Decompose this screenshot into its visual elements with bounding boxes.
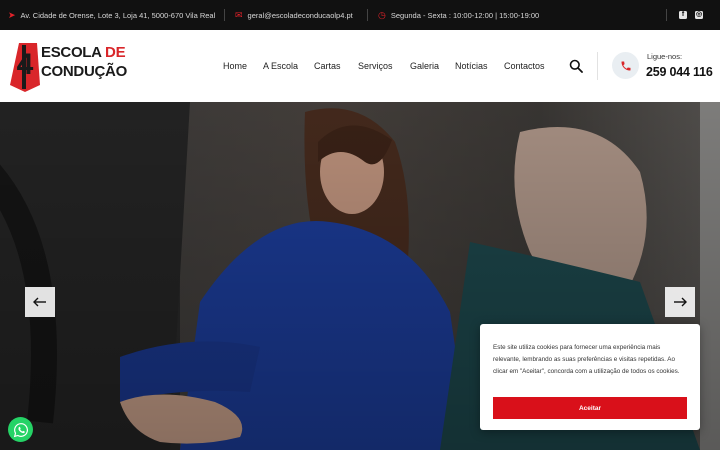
divider	[224, 9, 225, 21]
arrow-left-icon	[33, 297, 46, 307]
whatsapp-icon	[13, 422, 28, 437]
nav-item-servicos[interactable]: Serviços	[358, 61, 393, 71]
nav-item-noticias[interactable]: Notícias	[455, 61, 488, 71]
main-header: 4 ESCOLA DE CONDUÇÃO Home A Escola Carta…	[0, 30, 720, 102]
divider	[666, 9, 667, 21]
search-icon[interactable]	[569, 59, 583, 73]
accept-cookies-button[interactable]: Aceitar	[493, 397, 687, 419]
top-bar: ➤ Av. Cidade de Orense, Lote 3, Loja 41,…	[0, 0, 720, 30]
phone-number[interactable]: 259 044 116	[646, 65, 713, 79]
clock-icon: ◷	[378, 9, 386, 20]
address-text: Av. Cidade de Orense, Lote 3, Loja 41, 5…	[20, 10, 216, 20]
logo-badge-icon: 4	[10, 43, 40, 92]
whatsapp-button[interactable]	[8, 417, 33, 442]
envelope-icon: ✉	[235, 9, 243, 20]
email-link[interactable]: geral@escoladeconducaolp4.pt	[248, 11, 353, 20]
cookie-message: Este site utiliza cookies para fornecer …	[493, 344, 680, 375]
call-label: Ligue-nos:	[647, 52, 683, 61]
email-item[interactable]: ✉ geral@escoladeconducaolp4.pt	[235, 0, 353, 30]
hours-text: Segunda - Sexta : 10:00-12:00 | 15:00-19…	[390, 10, 540, 20]
header-divider	[597, 52, 598, 80]
cookie-consent-popup: Este site utiliza cookies para fornecer …	[480, 324, 700, 430]
divider	[367, 9, 368, 21]
nav-item-contactos[interactable]: Contactos	[504, 61, 545, 71]
nav-item-home[interactable]: Home	[223, 61, 247, 71]
logo-text-line2: CONDUÇÃO	[41, 63, 127, 80]
slider-next-button[interactable]	[665, 287, 695, 317]
facebook-icon[interactable]: f	[679, 11, 687, 19]
location-arrow-icon: ➤	[8, 9, 16, 20]
nav-item-a-escola[interactable]: A Escola	[263, 61, 298, 71]
instagram-icon[interactable]: ◎	[695, 11, 703, 19]
logo-word-escola: ESCOLA	[41, 44, 102, 61]
nav-item-galeria[interactable]: Galeria	[410, 61, 439, 71]
logo-word-de: DE	[105, 44, 126, 61]
phone-icon	[621, 61, 630, 70]
arrow-right-icon	[674, 297, 687, 307]
phone-button[interactable]	[612, 52, 639, 79]
slider-prev-button[interactable]	[25, 287, 55, 317]
site-logo[interactable]: 4 ESCOLA DE CONDUÇÃO	[7, 41, 127, 93]
logo-text-line1: ESCOLA DE	[41, 44, 126, 61]
nav-item-cartas[interactable]: Cartas	[314, 61, 341, 71]
address-item: ➤ Av. Cidade de Orense, Lote 3, Loja 41,…	[8, 0, 215, 30]
hours-item: ◷ Segunda - Sexta : 10:00-12:00 | 15:00-…	[378, 0, 539, 30]
svg-text:4: 4	[17, 48, 34, 81]
